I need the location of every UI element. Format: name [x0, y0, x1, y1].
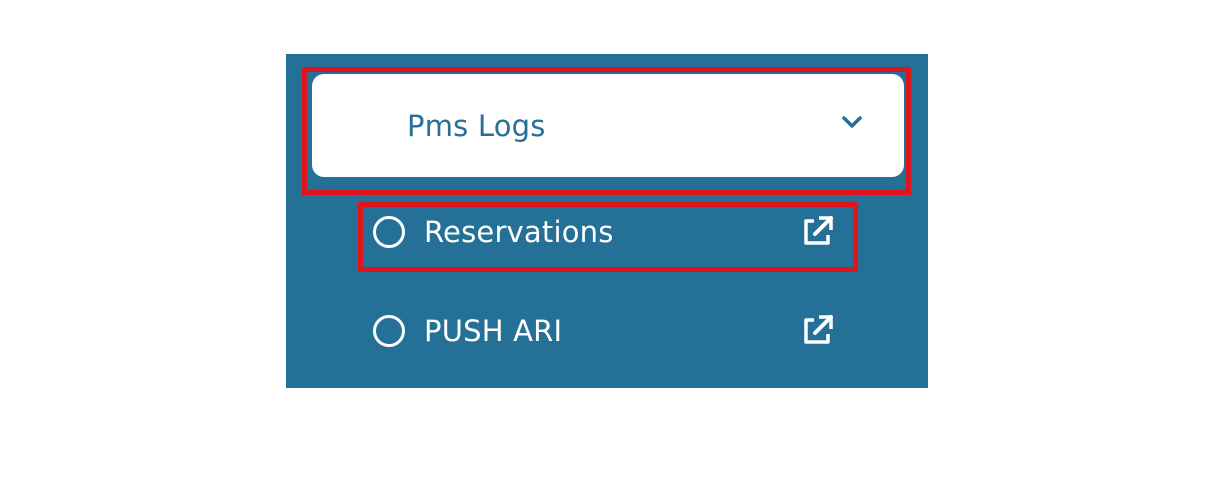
pms-logs-dropdown[interactable]: Pms Logs	[312, 74, 904, 177]
menu-item-reservations[interactable]: Reservations	[370, 207, 840, 257]
dropdown-label: Pms Logs	[407, 108, 546, 143]
external-link-icon[interactable]	[800, 215, 834, 249]
radio-circle-icon	[373, 216, 405, 248]
chevron-down-icon[interactable]	[838, 112, 866, 132]
menu-item-label: PUSH ARI	[424, 314, 563, 348]
radio-circle-icon	[373, 315, 405, 347]
external-link-icon[interactable]	[800, 314, 834, 348]
menu-item-label: Reservations	[424, 215, 614, 249]
menu-item-push-ari[interactable]: PUSH ARI	[370, 306, 840, 356]
